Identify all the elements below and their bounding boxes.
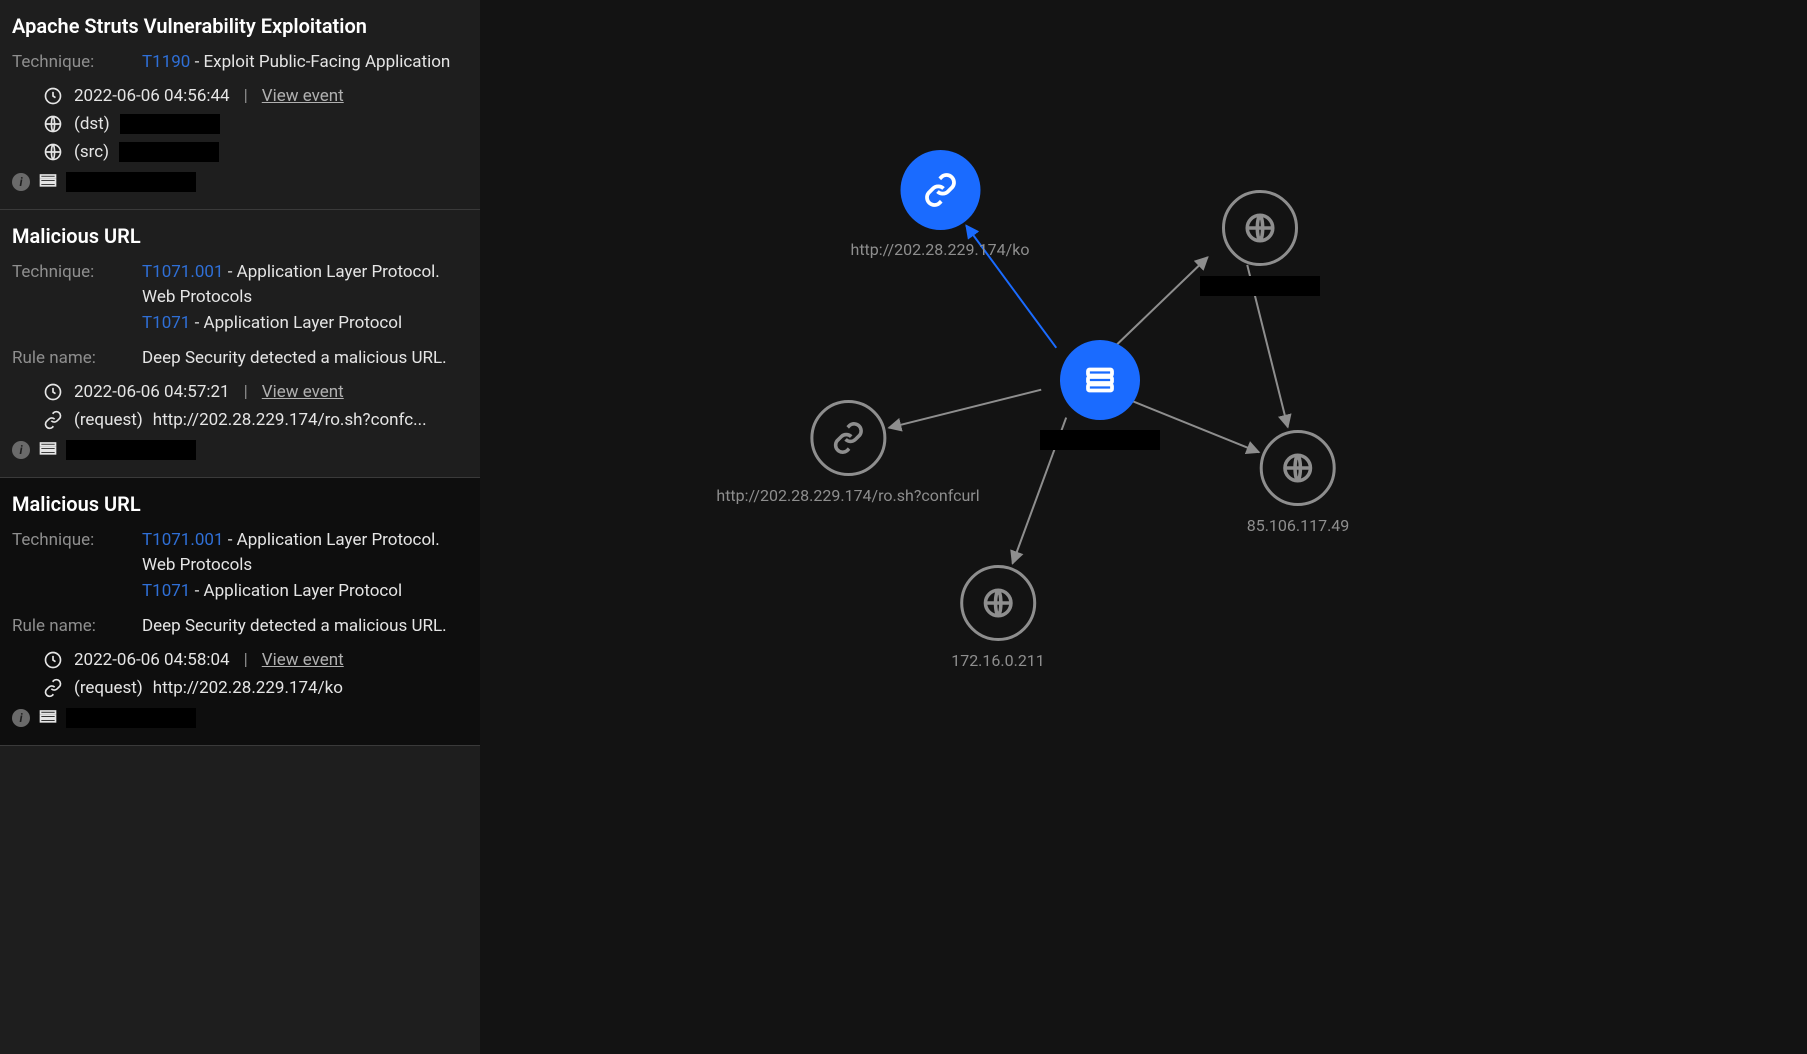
node-label-redacted — [1040, 430, 1160, 450]
timestamp-row: 2022-06-06 04:56:44|View event — [42, 86, 468, 106]
timestamp: 2022-06-06 04:58:04 — [74, 650, 230, 670]
event-title: Malicious URL — [12, 224, 468, 248]
node-circle[interactable] — [810, 400, 886, 476]
globe-icon — [1281, 451, 1315, 485]
server-icon — [38, 706, 58, 731]
server-icon — [38, 438, 58, 463]
technique-row: Technique:T1071.001 - Application Layer … — [12, 260, 468, 337]
technique-row: Technique:T1071.001 - Application Layer … — [12, 528, 468, 605]
globe-icon — [42, 142, 64, 162]
node-label: 85.106.117.49 — [1247, 516, 1350, 535]
server-icon — [38, 170, 58, 195]
rule-row: Rule name:Deep Security detected a malic… — [12, 614, 468, 640]
rule-label: Rule name: — [12, 614, 142, 640]
node-circle[interactable] — [1222, 190, 1298, 266]
graph-edges — [480, 0, 1807, 1054]
meta-prefix: (request) — [74, 678, 143, 698]
info-icon[interactable]: i — [12, 441, 30, 459]
link-icon — [42, 410, 64, 430]
redacted-value — [120, 114, 220, 134]
technique-value: T1071.001 - Application Layer Protocol. … — [142, 260, 468, 337]
technique-row: Technique:T1190 - Exploit Public-Facing … — [12, 50, 468, 76]
meta-value: http://202.28.229.174/ro.sh?confc... — [153, 410, 427, 430]
timestamp: 2022-06-06 04:57:21 — [74, 382, 230, 402]
technique-id[interactable]: T1071 — [142, 581, 190, 601]
graph-node-url_ko[interactable]: http://202.28.229.174/ko — [851, 150, 1030, 259]
meta-prefix: (src) — [74, 142, 109, 162]
event-sidebar[interactable]: Apache Struts Vulnerability Exploitation… — [0, 0, 480, 1054]
app-root: Apache Struts Vulnerability Exploitation… — [0, 0, 1807, 1054]
node-label: http://202.28.229.174/ro.sh?confcurl — [716, 486, 979, 505]
node-circle[interactable] — [1060, 340, 1140, 420]
timestamp-row: 2022-06-06 04:58:04|View event — [42, 650, 468, 670]
clock-icon — [42, 650, 64, 670]
meta-value: http://202.28.229.174/ko — [153, 678, 343, 698]
technique-id[interactable]: T1071.001 — [142, 262, 224, 282]
footer-row: i — [12, 438, 468, 463]
event-card[interactable]: Malicious URL Technique:T1071.001 - Appli… — [0, 478, 480, 746]
info-icon[interactable]: i — [12, 709, 30, 727]
view-event-link[interactable]: View event — [262, 382, 344, 402]
view-event-link[interactable]: View event — [262, 86, 344, 106]
meta-row: (src) — [42, 142, 468, 162]
node-label: 172.16.0.211 — [951, 651, 1045, 670]
graph-node-url_ro[interactable]: http://202.28.229.174/ro.sh?confcurl — [716, 400, 979, 505]
rule-value: Deep Security detected a malicious URL. — [142, 614, 468, 640]
link-icon — [42, 678, 64, 698]
meta-row: (dst) — [42, 114, 468, 134]
link-icon — [922, 172, 958, 208]
technique-value: T1190 - Exploit Public-Facing Applicatio… — [142, 50, 468, 76]
node-circle[interactable] — [1260, 430, 1336, 506]
event-card[interactable]: Apache Struts Vulnerability Exploitation… — [0, 0, 480, 210]
technique-label: Technique: — [12, 50, 142, 76]
footer-row: i — [12, 706, 468, 731]
rule-value: Deep Security detected a malicious URL. — [142, 346, 468, 372]
server-icon — [1082, 362, 1118, 398]
graph-node-globe_tr[interactable] — [1200, 190, 1320, 296]
clock-icon — [42, 86, 64, 106]
redacted-host — [66, 172, 196, 192]
event-title: Apache Struts Vulnerability Exploitation — [12, 14, 468, 38]
timestamp-row: 2022-06-06 04:57:21|View event — [42, 382, 468, 402]
globe-icon — [1243, 211, 1277, 245]
graph-node-center[interactable] — [1040, 340, 1160, 450]
footer-row: i — [12, 170, 468, 195]
meta-prefix: (dst) — [74, 114, 110, 134]
technique-id[interactable]: T1071.001 — [142, 530, 224, 550]
rule-label: Rule name: — [12, 346, 142, 372]
meta-row: (request) http://202.28.229.174/ro.sh?con… — [42, 410, 468, 430]
timestamp: 2022-06-06 04:56:44 — [74, 86, 230, 106]
node-circle[interactable] — [960, 565, 1036, 641]
link-icon — [831, 421, 865, 455]
redacted-host — [66, 708, 196, 728]
graph-node-globe_bot[interactable]: 172.16.0.211 — [951, 565, 1045, 670]
node-label: http://202.28.229.174/ko — [851, 240, 1030, 259]
info-icon[interactable]: i — [12, 173, 30, 191]
technique-value: T1071.001 - Application Layer Protocol. … — [142, 528, 468, 605]
graph-panel[interactable]: http://202.28.229.174/ko http://202.28.22… — [480, 0, 1807, 1054]
redacted-host — [66, 440, 196, 460]
globe-icon — [981, 586, 1015, 620]
view-event-link[interactable]: View event — [262, 650, 344, 670]
meta-prefix: (request) — [74, 410, 143, 430]
technique-label: Technique: — [12, 260, 142, 337]
technique-label: Technique: — [12, 528, 142, 605]
event-card[interactable]: Malicious URL Technique:T1071.001 - Appli… — [0, 210, 480, 478]
graph-node-globe_br[interactable]: 85.106.117.49 — [1247, 430, 1350, 535]
redacted-value — [119, 142, 219, 162]
rule-row: Rule name:Deep Security detected a malic… — [12, 346, 468, 372]
globe-icon — [42, 114, 64, 134]
node-label-redacted — [1200, 276, 1320, 296]
technique-id[interactable]: T1071 — [142, 313, 190, 333]
meta-row: (request) http://202.28.229.174/ko — [42, 678, 468, 698]
technique-id[interactable]: T1190 — [142, 52, 190, 72]
event-title: Malicious URL — [12, 492, 468, 516]
clock-icon — [42, 382, 64, 402]
node-circle[interactable] — [900, 150, 980, 230]
